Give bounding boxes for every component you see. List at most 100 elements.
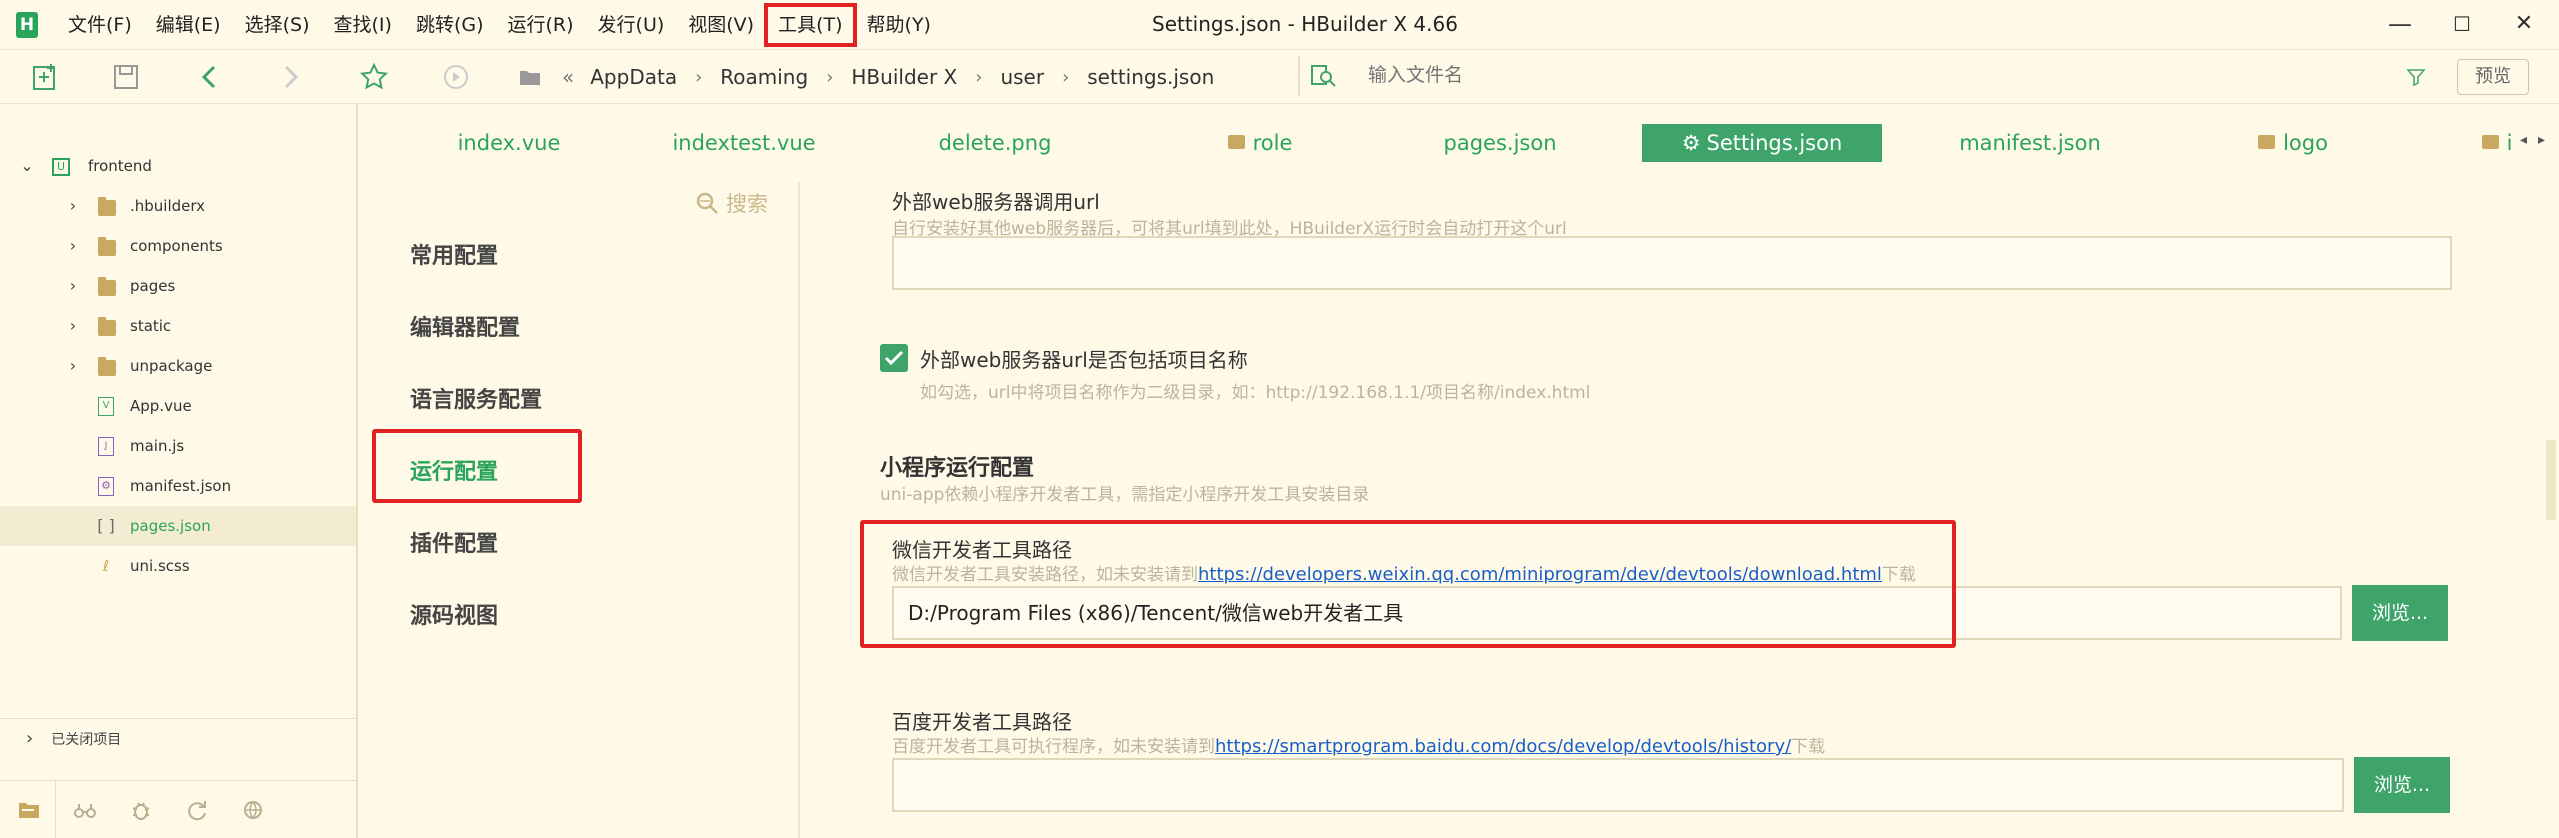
bug-icon[interactable] [128,797,154,823]
menu-select[interactable]: 选择(S) [233,5,322,45]
filter-icon[interactable] [2396,57,2436,97]
new-file-icon[interactable] [26,57,66,97]
tab-index-vue[interactable]: index.vue [444,124,574,162]
menu-run[interactable]: 运行(R) [496,5,586,45]
nav-source-view[interactable]: 源码视图 [410,598,498,630]
chevron-right-icon: › [826,66,834,88]
menu-help[interactable]: 帮助(Y) [855,5,943,45]
nav-common-config[interactable]: 常用配置 [410,238,498,270]
tree-item-hbuilderx[interactable]: › .hbuilderx [0,186,356,226]
chevron-right-icon: › [69,276,77,295]
wechat-browse-button[interactable]: 浏览... [2352,585,2448,641]
tab-label: logo [2283,131,2328,155]
settings-search[interactable]: 搜索 [694,188,768,218]
chevron-right-icon: › [695,66,703,88]
js-file-icon: J [98,437,114,456]
toolbar: « AppData › Roaming › HBuilder X › user … [0,50,2559,104]
tree-item-pages[interactable]: › pages [0,266,356,306]
breadcrumb-item[interactable]: Roaming [720,65,808,89]
project-files-icon[interactable] [16,797,42,823]
tree-item-label: main.js [130,437,185,455]
menu-goto[interactable]: 跳转(G) [404,5,496,45]
nav-editor-config[interactable]: 编辑器配置 [410,310,520,342]
editor-tabs: index.vue indextest.vue delete.png role … [360,104,2559,182]
tab-scroll-right-icon[interactable]: ▸ [2538,132,2545,148]
minimize-button[interactable]: — [2380,8,2420,40]
baidu-browse-button[interactable]: 浏览... [2354,757,2450,813]
breadcrumb-item[interactable]: user [1000,65,1044,89]
baidu-download-link[interactable]: https://smartprogram.baidu.com/docs/deve… [1215,736,1791,757]
tree-item-label: components [130,237,223,255]
tree-item-label: pages.json [130,517,211,535]
menu-publish[interactable]: 发行(U) [586,5,677,45]
tree-item-manifest-json[interactable]: ⚙ manifest.json [0,466,356,506]
ext-include-checkbox[interactable] [880,344,908,372]
tree-item-uni-scss[interactable]: ℓ uni.scss [0,546,356,586]
back-icon[interactable] [190,57,230,97]
tree-item-unpackage[interactable]: › unpackage [0,346,356,386]
tree-item-app-vue[interactable]: V App.vue [0,386,356,426]
mini-program-section-description: uni-app依赖小程序开发者工具，需指定小程序开发工具安装目录 [880,485,1370,505]
json-file-icon: [ ] [97,516,115,535]
chevron-right-icon: › [69,196,77,215]
forward-icon[interactable] [270,57,310,97]
tab-indextest-vue[interactable]: indextest.vue [664,124,824,162]
tree-item-label: App.vue [130,397,192,415]
project-root[interactable]: ⌄ U frontend [0,146,356,186]
sidebar-bottom-bar [0,780,356,838]
chevron-right-icon: › [1062,66,1070,88]
menu-find[interactable]: 查找(I) [322,5,404,45]
breadcrumb-item[interactable]: AppData [590,65,677,89]
ext-url-input[interactable] [892,236,2452,290]
uniapp-project-icon: U [52,158,70,176]
tree-item-pages-json[interactable]: [ ] pages.json [0,506,356,546]
tab-i[interactable]: i [2474,124,2520,162]
tree-item-static[interactable]: › static [0,306,356,346]
star-icon[interactable] [354,57,394,97]
breadcrumb-item[interactable]: HBuilder X [851,65,957,89]
baidu-tool-path-description: 百度开发者工具可执行程序，如未安装请到https://smartprogram.… [892,736,1826,757]
nav-language-service-config[interactable]: 语言服务配置 [410,382,542,414]
chevron-down-icon: ⌄ [20,156,34,175]
tree-item-label: .hbuilderx [130,197,206,215]
tab-logo[interactable]: logo [2228,124,2358,162]
tab-settings-json[interactable]: ⚙ Settings.json [1642,124,1882,162]
folder-icon [98,317,116,336]
tree-item-label: pages [130,277,176,295]
menu-edit[interactable]: 编辑(E) [144,5,233,45]
window-title: Settings.json - HBuilder X 4.66 [1152,12,1458,36]
save-icon[interactable] [106,57,146,97]
breadcrumb-item[interactable]: settings.json [1087,65,1214,89]
preview-button[interactable]: 预览 [2457,59,2529,95]
close-window-button[interactable]: ✕ [2504,8,2544,40]
tab-pages-json[interactable]: pages.json [1420,124,1580,162]
tree-item-label: static [130,317,172,335]
tab-manifest-json[interactable]: manifest.json [1940,124,2120,162]
wechat-path-highlight-box [860,520,1956,648]
menu-view[interactable]: 视图(V) [676,5,766,45]
git-refresh-icon[interactable] [184,797,210,823]
tab-role[interactable]: role [1200,124,1320,162]
maximize-button[interactable]: ☐ [2442,8,2482,40]
cloud-globe-icon[interactable] [240,797,266,823]
closed-projects[interactable]: › 已关闭项目 [0,718,356,758]
run-icon[interactable] [436,57,476,97]
tab-delete-png[interactable]: delete.png [920,124,1070,162]
tree-item-main-js[interactable]: J main.js [0,426,356,466]
menu-file[interactable]: 文件(F) [56,5,144,45]
tab-scroll-left-icon[interactable]: ◂ [2520,132,2527,148]
chevron-right-icon: › [69,316,77,335]
content-scrollbar[interactable] [2546,440,2556,520]
breadcrumb: « AppData › Roaming › HBuilder X › user … [532,62,1214,92]
menu-tools[interactable]: 工具(T) [764,2,857,47]
folder-icon [2481,135,2499,149]
settings-nav: 搜索 常用配置 编辑器配置 语言服务配置 运行配置 插件配置 源码视图 [360,182,800,838]
nav-plugin-config[interactable]: 插件配置 [410,526,498,558]
file-search-input[interactable] [1368,65,2268,87]
scss-file-icon: ℓ [102,557,110,575]
binoculars-icon[interactable] [72,797,98,823]
folder-icon [98,197,116,216]
tree-item-components[interactable]: › components [0,226,356,266]
breadcrumb-collapse-icon[interactable]: « [562,65,574,89]
baidu-tool-path-input[interactable] [892,758,2344,812]
